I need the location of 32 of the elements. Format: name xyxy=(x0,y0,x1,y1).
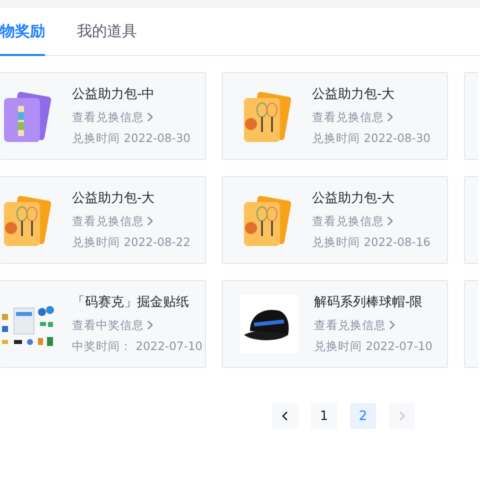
reward-title: 公益助力包-大 xyxy=(312,190,396,208)
redeem-date: 兑换时间 2022-08-30 xyxy=(72,130,190,146)
reward-title: 公益助力包-大 xyxy=(312,86,396,104)
view-info-link[interactable]: 查看兑换信息 xyxy=(72,109,190,125)
reward-title: 公益助力包-中 xyxy=(72,86,156,104)
chevron-right-icon xyxy=(146,320,154,330)
reward-title: 公益助力包-大 xyxy=(72,190,156,208)
chevron-right-icon xyxy=(386,112,394,122)
page-button[interactable]: 1 xyxy=(311,403,337,429)
redeem-date: 兑换时间 2022-08-30 xyxy=(312,130,430,146)
page-button[interactable]: 2 xyxy=(350,403,376,429)
redeem-date: 兑换时间 2022-08-16 xyxy=(312,234,430,250)
previous-page-button[interactable] xyxy=(272,403,298,429)
chevron-right-icon xyxy=(398,411,406,421)
view-info-link[interactable]: 查看兑换信息 xyxy=(72,213,190,229)
view-info-link[interactable]: 查看兑换信息 xyxy=(312,109,430,125)
chevron-left-icon xyxy=(281,411,289,421)
redeem-date: 兑换时间 2022-07-10 xyxy=(314,338,432,354)
chevron-right-icon xyxy=(386,216,394,226)
redeem-date: 兑换时间 2022-08-22 xyxy=(72,234,190,250)
redeem-date: 中奖时间： 2022-07-10 xyxy=(72,338,202,354)
tab[interactable]: 我的道具 xyxy=(77,8,137,56)
reward-title: 解码系列棒球帽-限 xyxy=(314,294,424,312)
chevron-right-icon xyxy=(146,216,154,226)
view-info-link[interactable]: 查看兑换信息 xyxy=(312,213,430,229)
chevron-right-icon xyxy=(388,320,396,330)
chevron-right-icon xyxy=(146,112,154,122)
view-info-link[interactable]: 查看兑换信息 xyxy=(314,317,432,333)
reward-title: 「码赛克」掘金贴纸 xyxy=(72,294,190,312)
view-info-link[interactable]: 查看中奖信息 xyxy=(72,317,202,333)
tab[interactable]: 物奖励 xyxy=(0,8,45,56)
baseball-cap-drawing xyxy=(240,295,298,353)
